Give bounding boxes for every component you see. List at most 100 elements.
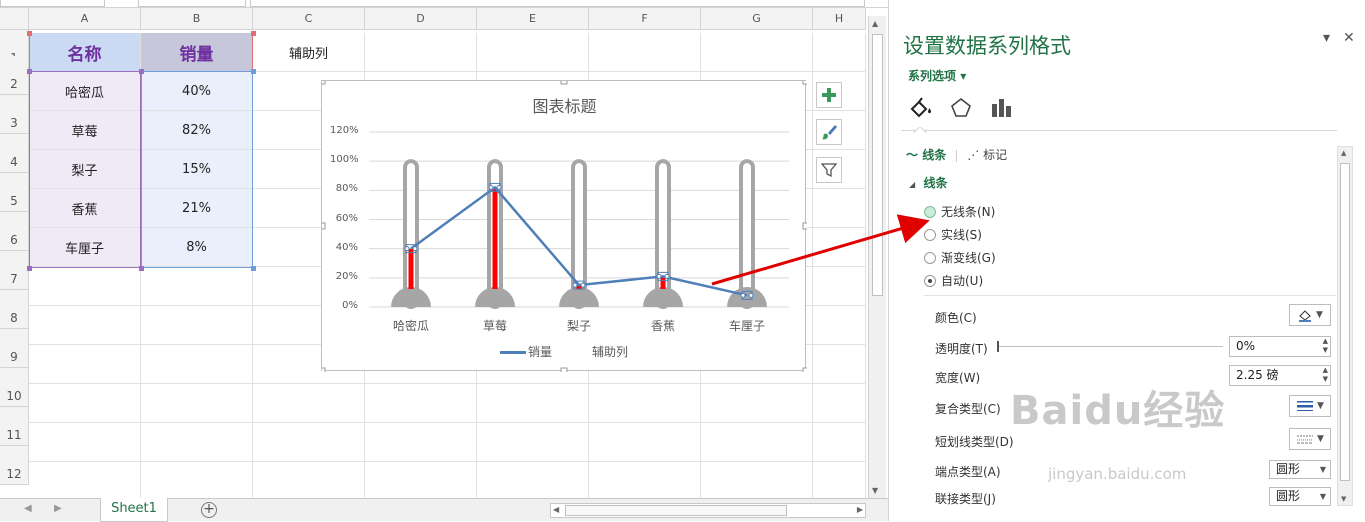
radio-option[interactable]: 自动(U): [924, 272, 983, 289]
row-header-9[interactable]: 9: [0, 329, 29, 368]
cell[interactable]: [477, 462, 589, 501]
cell[interactable]: [365, 33, 477, 72]
cell[interactable]: [589, 423, 701, 462]
cell-sales[interactable]: 8%: [141, 228, 253, 267]
vertical-scrollbar[interactable]: ▲ ▼: [868, 16, 886, 498]
row-header-2[interactable]: 2: [0, 56, 29, 95]
cell[interactable]: [29, 306, 141, 345]
row-header-10[interactable]: 10: [0, 368, 29, 407]
pane-scroll-thumb[interactable]: [1340, 163, 1350, 481]
column-header-e[interactable]: E: [477, 8, 589, 30]
cell[interactable]: [29, 384, 141, 423]
pentagon-effects-icon[interactable]: [949, 96, 973, 120]
radio-circle-icon[interactable]: [924, 228, 936, 241]
chart-title[interactable]: 图表标题: [322, 93, 807, 117]
cell[interactable]: [813, 189, 866, 228]
chart-filters-button[interactable]: [816, 157, 842, 183]
name-box[interactable]: [0, 0, 105, 7]
column-header-g[interactable]: G: [701, 8, 813, 30]
select-all-corner[interactable]: [0, 8, 29, 30]
cell[interactable]: [141, 267, 253, 306]
cell[interactable]: [29, 462, 141, 501]
legend-helper[interactable]: 辅助列: [592, 343, 628, 360]
selection-handle[interactable]: [27, 69, 32, 74]
cell[interactable]: [477, 33, 589, 72]
cell[interactable]: [141, 423, 253, 462]
cell[interactable]: [701, 384, 813, 423]
horizontal-scroll-thumb[interactable]: [565, 505, 787, 516]
pane-scroll-down-icon[interactable]: ▼: [1341, 495, 1346, 503]
selection-handle[interactable]: [251, 31, 256, 36]
selection-handle[interactable]: [27, 266, 32, 271]
tab-marker[interactable]: ⋰ 标记: [967, 148, 1007, 162]
cell-name[interactable]: 草莓: [29, 111, 141, 150]
formula-box[interactable]: [138, 0, 246, 7]
cell-name[interactable]: 梨子: [29, 150, 141, 189]
cell[interactable]: [813, 345, 866, 384]
cell-sales[interactable]: 15%: [141, 150, 253, 189]
row-header-11[interactable]: 11: [0, 407, 29, 446]
header-cell-name[interactable]: 名称: [29, 33, 141, 72]
pane-scrollbar[interactable]: ▲ ▼: [1337, 146, 1353, 506]
row-header-4[interactable]: 4: [0, 134, 29, 173]
cell[interactable]: [477, 423, 589, 462]
selection-handle[interactable]: [251, 69, 256, 74]
scroll-left-icon[interactable]: ◀: [553, 505, 559, 514]
add-sheet-button[interactable]: +: [201, 502, 217, 518]
cell[interactable]: [253, 462, 365, 501]
vertical-scroll-thumb[interactable]: [872, 34, 883, 296]
cell-sales[interactable]: 82%: [141, 111, 253, 150]
selection-handle[interactable]: [139, 266, 144, 271]
row-header-3[interactable]: 3: [0, 95, 29, 134]
legend-sales[interactable]: 销量: [528, 343, 552, 360]
pane-close-icon[interactable]: ✕: [1343, 30, 1355, 46]
column-header-h[interactable]: H: [813, 8, 866, 30]
cell[interactable]: [589, 384, 701, 423]
chart-area[interactable]: 图表标题 0% 20% 40% 60% 80% 100% 120% 哈密瓜 草莓 梨子 香蕉 车厘子…: [321, 80, 807, 372]
cell[interactable]: [813, 423, 866, 462]
scroll-down-icon[interactable]: ▼: [872, 486, 878, 495]
cell[interactable]: [813, 228, 866, 267]
cell[interactable]: [253, 384, 365, 423]
radio-option[interactable]: 实线(S): [924, 226, 982, 243]
pane-scroll-up-icon[interactable]: ▲: [1341, 149, 1346, 157]
selection-handle[interactable]: [139, 69, 144, 74]
column-header-d[interactable]: D: [365, 8, 477, 30]
header-cell-helper[interactable]: 辅助列: [253, 33, 365, 72]
cell[interactable]: [141, 384, 253, 423]
column-header-a[interactable]: A: [29, 8, 141, 30]
formula-input[interactable]: [250, 0, 865, 7]
scroll-right-icon[interactable]: ▶: [857, 505, 863, 514]
tab-line[interactable]: 〜 线条: [906, 148, 950, 162]
cell[interactable]: [141, 345, 253, 384]
cell[interactable]: [365, 384, 477, 423]
join-type-dropdown[interactable]: 圆形: [1269, 487, 1331, 506]
cell[interactable]: [813, 267, 866, 306]
dash-type-button[interactable]: ▼: [1289, 428, 1331, 450]
color-picker-button[interactable]: ▼: [1289, 304, 1331, 326]
header-cell-sales[interactable]: 销量: [141, 33, 253, 72]
cap-type-dropdown[interactable]: 圆形: [1269, 460, 1331, 479]
cell[interactable]: [477, 384, 589, 423]
spinner-icon[interactable]: ▲ ▼: [1323, 337, 1328, 355]
cell-name[interactable]: 哈密瓜: [29, 72, 141, 111]
bar-chart-series-options-icon[interactable]: [989, 96, 1013, 120]
series-options-dropdown[interactable]: 系列选项 ▾: [908, 67, 966, 84]
cell[interactable]: [701, 423, 813, 462]
cell-name[interactable]: 车厘子: [29, 228, 141, 267]
cell[interactable]: [701, 462, 813, 501]
line-section-header[interactable]: ◢ 线条: [909, 174, 948, 191]
sheet-tab-sheet1[interactable]: Sheet1: [100, 498, 168, 522]
radio-circle-icon[interactable]: [924, 205, 936, 218]
cell-sales[interactable]: 21%: [141, 189, 253, 228]
scroll-up-icon[interactable]: ▲: [872, 19, 878, 28]
cell[interactable]: [29, 267, 141, 306]
transparency-slider-knob[interactable]: [997, 341, 999, 352]
chart-styles-button[interactable]: [816, 119, 842, 145]
cell[interactable]: [365, 462, 477, 501]
row-header-12[interactable]: 12: [0, 446, 29, 485]
cell[interactable]: [813, 462, 866, 501]
cell-name[interactable]: 香蕉: [29, 189, 141, 228]
cell[interactable]: [141, 462, 253, 501]
cell[interactable]: [813, 33, 866, 72]
